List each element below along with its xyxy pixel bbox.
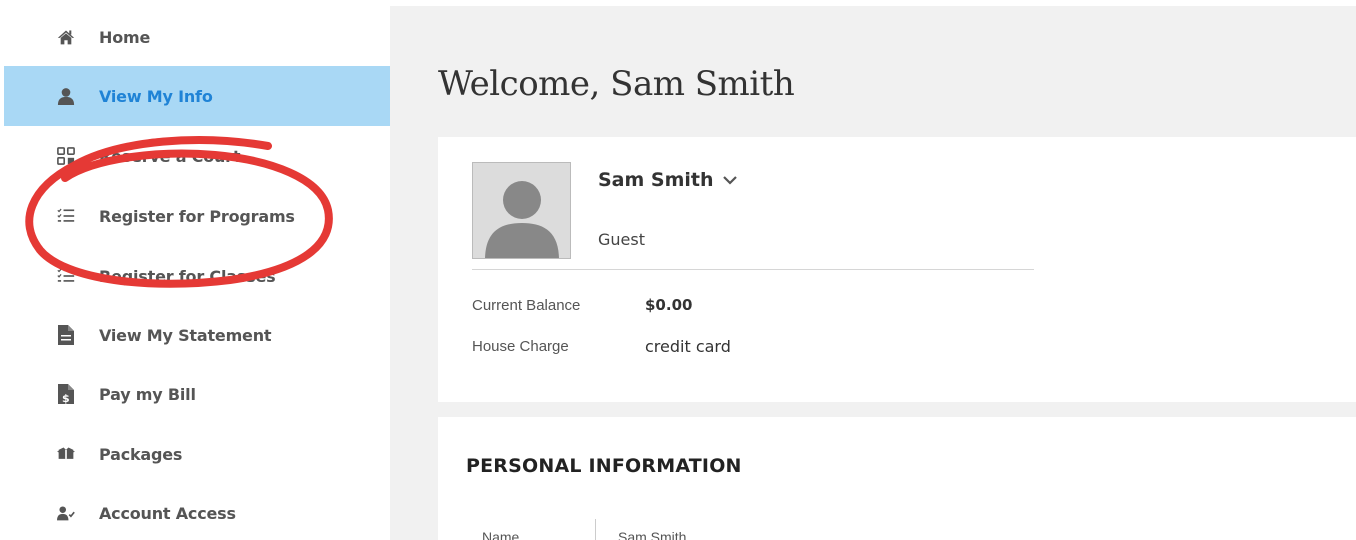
- chevron-down-icon: [722, 172, 738, 188]
- sidebar-item-label: View My Info: [99, 86, 213, 106]
- avatar-placeholder-icon: [473, 163, 570, 258]
- divider: [472, 269, 1034, 270]
- balance-label: Current Balance: [472, 297, 581, 314]
- profile-card: Sam Smith Guest Current Balance $0.00 Ho…: [438, 137, 1356, 402]
- house-charge-label: House Charge: [472, 338, 569, 355]
- avatar: [472, 162, 571, 259]
- sidebar-item-packages[interactable]: Packages: [4, 424, 390, 484]
- name-label: Name: [482, 529, 520, 540]
- sidebar-item-reserve-court[interactable]: Reserve a Court: [4, 126, 390, 186]
- checklist-icon: [57, 207, 75, 225]
- sidebar-item-label: Home: [99, 27, 151, 47]
- sidebar-nav: Home View My Info Reserve a Court Regist…: [0, 0, 390, 540]
- sidebar-item-pay-bill[interactable]: $ Pay my Bill: [4, 364, 390, 424]
- grid-icon: [57, 147, 75, 165]
- sidebar-item-label: Register for Programs: [99, 206, 295, 226]
- sidebar-item-view-statement[interactable]: View My Statement: [4, 305, 390, 365]
- sidebar-item-label: View My Statement: [99, 325, 272, 345]
- user-name-dropdown[interactable]: Sam Smith: [598, 169, 738, 191]
- main-content: Welcome, Sam Smith Sam Smith Guest Curre…: [390, 0, 1356, 540]
- sidebar-item-label: Reserve a Court: [99, 146, 241, 166]
- svg-text:$: $: [62, 392, 70, 404]
- sidebar-item-home[interactable]: Home: [4, 7, 390, 67]
- packages-icon: [57, 445, 75, 463]
- balance-value: $0.00: [645, 296, 693, 314]
- personal-info-card: PERSONAL INFORMATION Name Sam Smith: [438, 417, 1356, 540]
- bill-icon: $: [57, 384, 75, 404]
- house-charge-value: credit card: [645, 337, 731, 356]
- sidebar-item-view-my-info[interactable]: View My Info: [4, 66, 390, 126]
- sidebar-item-label: Register for Classes: [99, 266, 276, 286]
- section-title: PERSONAL INFORMATION: [466, 455, 742, 477]
- sidebar-item-register-programs[interactable]: Register for Programs: [4, 186, 390, 246]
- name-value: Sam Smith: [618, 529, 687, 540]
- user-role: Guest: [598, 230, 645, 249]
- sidebar-item-label: Pay my Bill: [99, 384, 196, 404]
- sidebar-item-register-classes[interactable]: Register for Classes: [4, 246, 390, 306]
- user-icon: [57, 87, 75, 105]
- user-check-icon: [57, 504, 75, 522]
- sidebar-item-label: Account Access: [99, 503, 236, 523]
- page-title: Welcome, Sam Smith: [438, 64, 795, 104]
- sidebar-item-label: Packages: [99, 444, 183, 464]
- user-name: Sam Smith: [598, 169, 714, 191]
- checklist-icon: [57, 267, 75, 285]
- home-icon: [57, 28, 75, 46]
- sidebar-item-account-access[interactable]: Account Access: [4, 483, 390, 540]
- field-divider: [595, 519, 596, 540]
- document-icon: [57, 325, 75, 345]
- top-strip: [390, 0, 1356, 6]
